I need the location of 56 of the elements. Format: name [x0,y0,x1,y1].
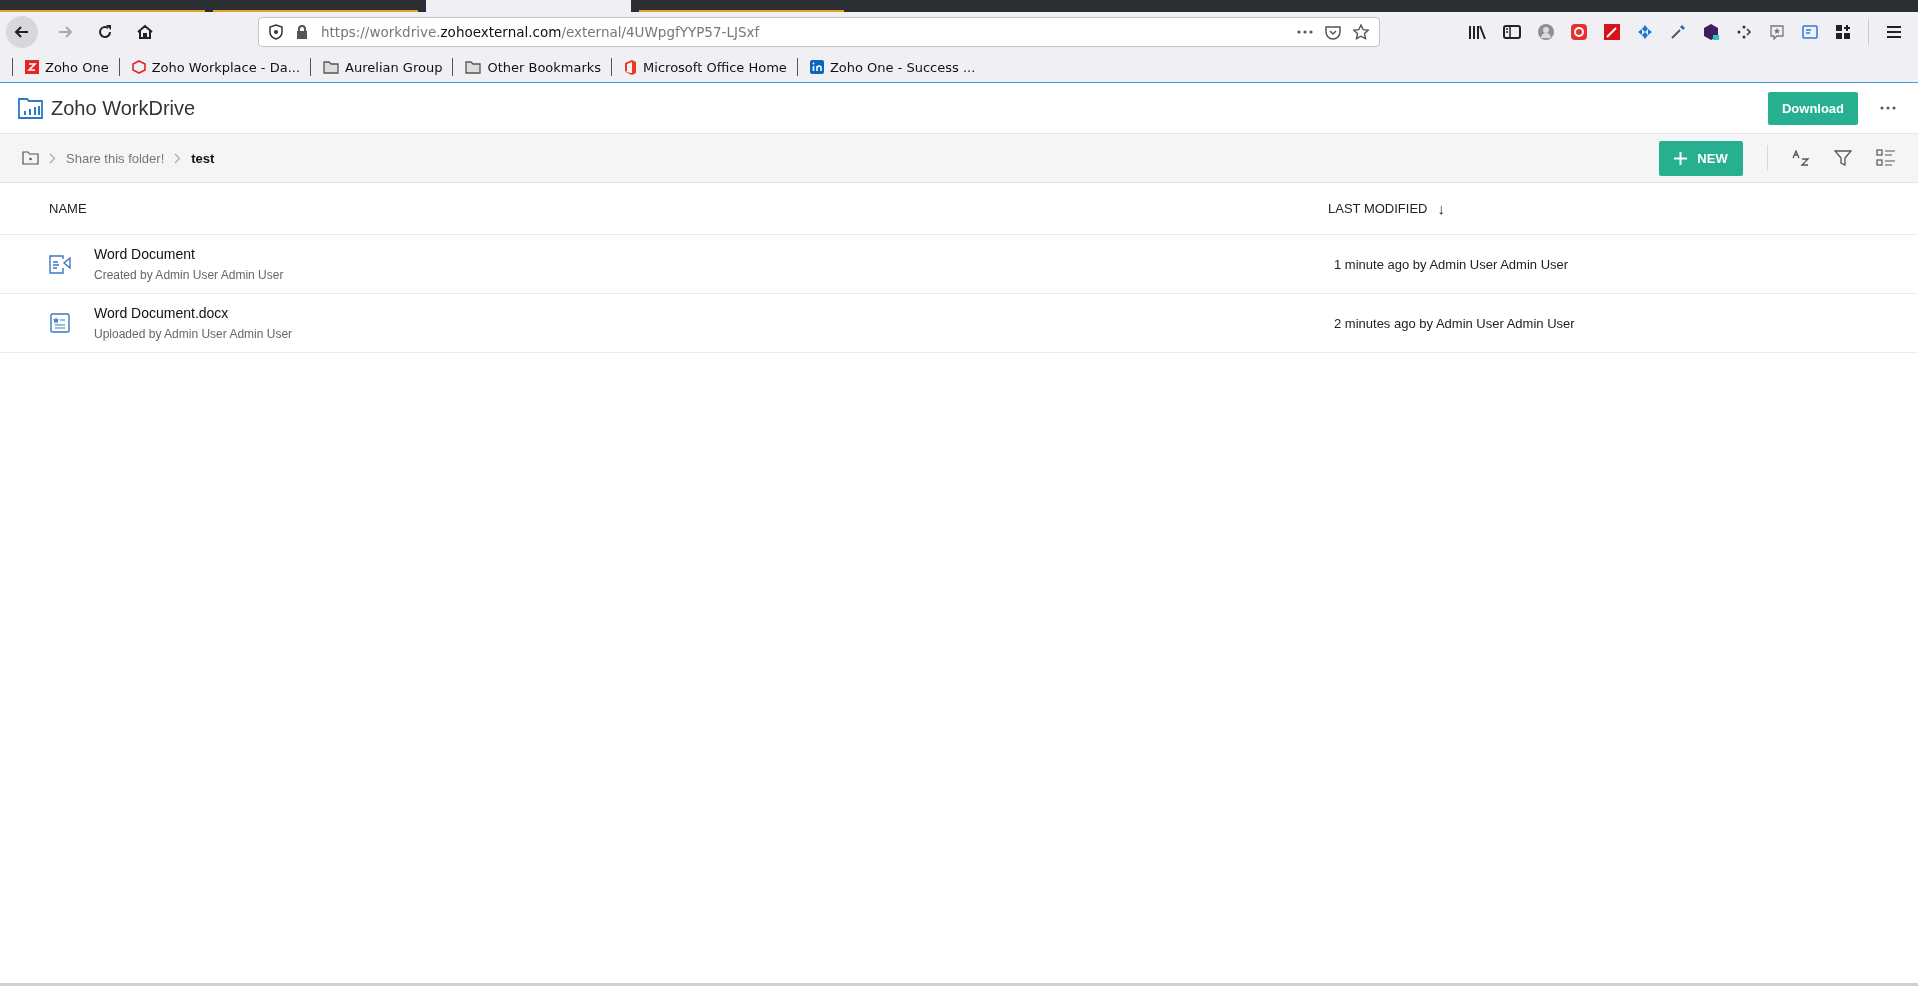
reload-icon[interactable] [96,23,114,41]
pocket-icon[interactable] [1325,24,1341,40]
file-creator: Uploaded by Admin User Admin User [94,327,293,341]
library-icon[interactable] [1468,24,1486,40]
dots-arrow-icon[interactable] [1736,24,1752,40]
breadcrumb-link[interactable]: Share this folder! [66,150,165,166]
home-icon[interactable] [136,23,154,41]
bookmark[interactable]: Aurelian Group [319,59,447,75]
grid-plus-icon[interactable] [1835,24,1851,40]
address-bar[interactable]: https://workdrive.zohoexternal.com/external/4UWpgfYYP57-LJSxf [258,17,1380,47]
sort-icon[interactable] [1792,150,1810,166]
menu-icon[interactable] [1886,25,1902,39]
file-name[interactable]: Word Document.docx [94,305,293,321]
extension-icon[interactable] [1703,24,1719,40]
file-creator: Created by Admin User Admin User [94,268,284,282]
workdrive-logo-icon [18,96,44,120]
bookmark[interactable]: Microsoft Office Home [620,59,791,75]
star-icon[interactable] [1353,24,1369,40]
filter-icon[interactable] [1834,149,1852,167]
bookmark[interactable]: Zoho One - Success ... [805,59,980,75]
document-icon [49,313,71,333]
file-name[interactable]: Word Document [94,246,284,262]
bookmark[interactable]: Zoho Workplace - Da... [127,59,305,75]
hexagon-logo-icon [131,60,146,74]
bookmark[interactable]: Other Bookmarks [461,59,606,75]
folder-icon [323,60,340,74]
chat-star-icon[interactable] [1769,24,1785,40]
sidebar-icon[interactable] [1503,24,1521,40]
magic-wand-icon[interactable] [1604,24,1620,40]
url-text: https://workdrive.zohoexternal.com/external/4UWpgfYYP57-LJSxf [321,24,760,40]
annotation-icon[interactable] [1802,24,1818,40]
column-header[interactable]: NAME [49,201,1328,216]
sort-arrow[interactable]: ↓ [1437,200,1445,217]
linkedin-logo-icon [809,60,824,74]
lock-icon [295,24,309,40]
back-button[interactable] [6,16,38,48]
zoho-logo-icon [25,60,39,74]
chevron-icon [49,152,56,164]
view-list-icon[interactable] [1876,149,1896,167]
eyedropper-icon[interactable] [1670,24,1686,40]
document-icon [49,254,71,274]
plus-icon [1674,151,1688,165]
folder-icon[interactable] [22,151,39,165]
folder-icon [465,60,482,74]
profile-icon[interactable] [1538,24,1554,40]
modified-text: 1 minute ago by Admin User Admin User [1334,256,1569,272]
column-header[interactable]: LAST MODIFIED [1328,201,1428,216]
breadcrumb-link[interactable]: test [191,150,215,166]
more-icon[interactable] [1297,30,1313,34]
office-logo-icon [624,59,638,75]
bookmark[interactable]: Zoho One [21,59,113,75]
chevron-icon [174,152,182,164]
modified-text: 2 minutes ago by Admin User Admin User [1334,315,1575,331]
app-title: Zoho WorkDrive [51,96,196,120]
more-icon[interactable] [1880,106,1896,110]
shield-icon[interactable] [269,24,283,40]
